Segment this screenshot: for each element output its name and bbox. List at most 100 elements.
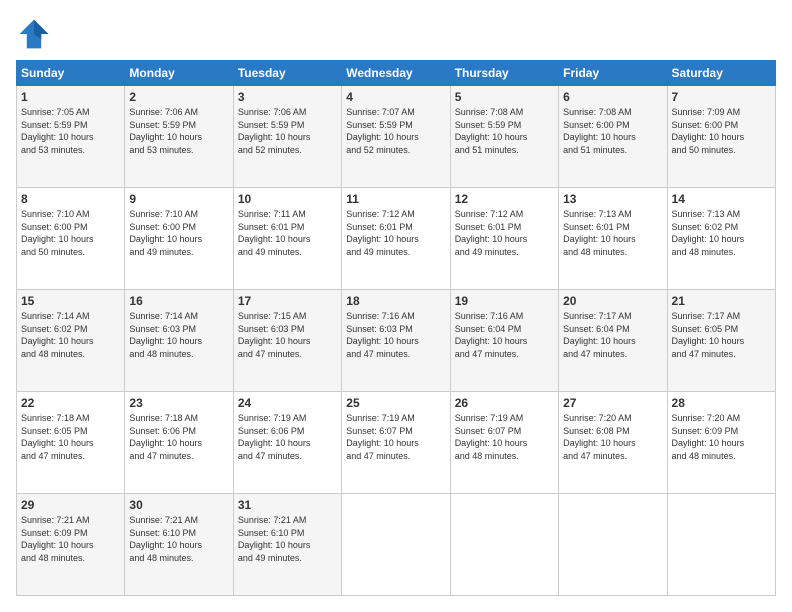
day-info: Sunrise: 7:19 AMSunset: 6:06 PMDaylight:… xyxy=(238,412,337,462)
empty-cell xyxy=(667,494,775,596)
page: SundayMondayTuesdayWednesdayThursdayFrid… xyxy=(0,0,792,612)
day-cell-17: 17 Sunrise: 7:15 AMSunset: 6:03 PMDaylig… xyxy=(233,290,341,392)
day-cell-11: 11 Sunrise: 7:12 AMSunset: 6:01 PMDaylig… xyxy=(342,188,450,290)
day-info: Sunrise: 7:20 AMSunset: 6:08 PMDaylight:… xyxy=(563,412,662,462)
col-header-wednesday: Wednesday xyxy=(342,61,450,86)
calendar-week-4: 22 Sunrise: 7:18 AMSunset: 6:05 PMDaylig… xyxy=(17,392,776,494)
day-number: 22 xyxy=(21,396,120,410)
day-info: Sunrise: 7:20 AMSunset: 6:09 PMDaylight:… xyxy=(672,412,771,462)
logo xyxy=(16,16,58,52)
day-number: 26 xyxy=(455,396,554,410)
day-cell-15: 15 Sunrise: 7:14 AMSunset: 6:02 PMDaylig… xyxy=(17,290,125,392)
day-cell-30: 30 Sunrise: 7:21 AMSunset: 6:10 PMDaylig… xyxy=(125,494,233,596)
day-number: 25 xyxy=(346,396,445,410)
calendar-week-2: 8 Sunrise: 7:10 AMSunset: 6:00 PMDayligh… xyxy=(17,188,776,290)
day-number: 13 xyxy=(563,192,662,206)
day-cell-1: 1 Sunrise: 7:05 AMSunset: 5:59 PMDayligh… xyxy=(17,86,125,188)
day-cell-13: 13 Sunrise: 7:13 AMSunset: 6:01 PMDaylig… xyxy=(559,188,667,290)
day-info: Sunrise: 7:10 AMSunset: 6:00 PMDaylight:… xyxy=(129,208,228,258)
day-number: 31 xyxy=(238,498,337,512)
day-cell-19: 19 Sunrise: 7:16 AMSunset: 6:04 PMDaylig… xyxy=(450,290,558,392)
day-info: Sunrise: 7:06 AMSunset: 5:59 PMDaylight:… xyxy=(238,106,337,156)
day-number: 15 xyxy=(21,294,120,308)
day-number: 10 xyxy=(238,192,337,206)
day-number: 1 xyxy=(21,90,120,104)
empty-cell xyxy=(342,494,450,596)
empty-cell xyxy=(450,494,558,596)
day-info: Sunrise: 7:08 AMSunset: 6:00 PMDaylight:… xyxy=(563,106,662,156)
day-cell-10: 10 Sunrise: 7:11 AMSunset: 6:01 PMDaylig… xyxy=(233,188,341,290)
day-cell-31: 31 Sunrise: 7:21 AMSunset: 6:10 PMDaylig… xyxy=(233,494,341,596)
day-cell-26: 26 Sunrise: 7:19 AMSunset: 6:07 PMDaylig… xyxy=(450,392,558,494)
calendar-table: SundayMondayTuesdayWednesdayThursdayFrid… xyxy=(16,60,776,596)
empty-cell xyxy=(559,494,667,596)
day-cell-20: 20 Sunrise: 7:17 AMSunset: 6:04 PMDaylig… xyxy=(559,290,667,392)
day-cell-28: 28 Sunrise: 7:20 AMSunset: 6:09 PMDaylig… xyxy=(667,392,775,494)
day-cell-12: 12 Sunrise: 7:12 AMSunset: 6:01 PMDaylig… xyxy=(450,188,558,290)
day-info: Sunrise: 7:08 AMSunset: 5:59 PMDaylight:… xyxy=(455,106,554,156)
day-cell-16: 16 Sunrise: 7:14 AMSunset: 6:03 PMDaylig… xyxy=(125,290,233,392)
day-number: 30 xyxy=(129,498,228,512)
col-header-tuesday: Tuesday xyxy=(233,61,341,86)
day-info: Sunrise: 7:19 AMSunset: 6:07 PMDaylight:… xyxy=(346,412,445,462)
col-header-sunday: Sunday xyxy=(17,61,125,86)
day-cell-24: 24 Sunrise: 7:19 AMSunset: 6:06 PMDaylig… xyxy=(233,392,341,494)
day-number: 24 xyxy=(238,396,337,410)
day-info: Sunrise: 7:15 AMSunset: 6:03 PMDaylight:… xyxy=(238,310,337,360)
day-number: 18 xyxy=(346,294,445,308)
day-info: Sunrise: 7:16 AMSunset: 6:03 PMDaylight:… xyxy=(346,310,445,360)
day-info: Sunrise: 7:14 AMSunset: 6:03 PMDaylight:… xyxy=(129,310,228,360)
day-number: 6 xyxy=(563,90,662,104)
calendar-week-1: 1 Sunrise: 7:05 AMSunset: 5:59 PMDayligh… xyxy=(17,86,776,188)
day-number: 28 xyxy=(672,396,771,410)
day-number: 12 xyxy=(455,192,554,206)
day-cell-9: 9 Sunrise: 7:10 AMSunset: 6:00 PMDayligh… xyxy=(125,188,233,290)
day-cell-21: 21 Sunrise: 7:17 AMSunset: 6:05 PMDaylig… xyxy=(667,290,775,392)
day-info: Sunrise: 7:10 AMSunset: 6:00 PMDaylight:… xyxy=(21,208,120,258)
day-cell-2: 2 Sunrise: 7:06 AMSunset: 5:59 PMDayligh… xyxy=(125,86,233,188)
calendar-week-5: 29 Sunrise: 7:21 AMSunset: 6:09 PMDaylig… xyxy=(17,494,776,596)
day-info: Sunrise: 7:07 AMSunset: 5:59 PMDaylight:… xyxy=(346,106,445,156)
day-number: 11 xyxy=(346,192,445,206)
day-number: 2 xyxy=(129,90,228,104)
day-number: 8 xyxy=(21,192,120,206)
day-cell-29: 29 Sunrise: 7:21 AMSunset: 6:09 PMDaylig… xyxy=(17,494,125,596)
day-info: Sunrise: 7:19 AMSunset: 6:07 PMDaylight:… xyxy=(455,412,554,462)
col-header-friday: Friday xyxy=(559,61,667,86)
day-cell-6: 6 Sunrise: 7:08 AMSunset: 6:00 PMDayligh… xyxy=(559,86,667,188)
day-cell-4: 4 Sunrise: 7:07 AMSunset: 5:59 PMDayligh… xyxy=(342,86,450,188)
day-info: Sunrise: 7:13 AMSunset: 6:01 PMDaylight:… xyxy=(563,208,662,258)
day-cell-25: 25 Sunrise: 7:19 AMSunset: 6:07 PMDaylig… xyxy=(342,392,450,494)
day-cell-22: 22 Sunrise: 7:18 AMSunset: 6:05 PMDaylig… xyxy=(17,392,125,494)
day-info: Sunrise: 7:05 AMSunset: 5:59 PMDaylight:… xyxy=(21,106,120,156)
col-header-saturday: Saturday xyxy=(667,61,775,86)
day-info: Sunrise: 7:21 AMSunset: 6:10 PMDaylight:… xyxy=(129,514,228,564)
day-cell-23: 23 Sunrise: 7:18 AMSunset: 6:06 PMDaylig… xyxy=(125,392,233,494)
day-number: 5 xyxy=(455,90,554,104)
day-info: Sunrise: 7:21 AMSunset: 6:09 PMDaylight:… xyxy=(21,514,120,564)
day-cell-8: 8 Sunrise: 7:10 AMSunset: 6:00 PMDayligh… xyxy=(17,188,125,290)
day-info: Sunrise: 7:17 AMSunset: 6:05 PMDaylight:… xyxy=(672,310,771,360)
day-number: 23 xyxy=(129,396,228,410)
calendar-week-3: 15 Sunrise: 7:14 AMSunset: 6:02 PMDaylig… xyxy=(17,290,776,392)
day-number: 21 xyxy=(672,294,771,308)
day-info: Sunrise: 7:09 AMSunset: 6:00 PMDaylight:… xyxy=(672,106,771,156)
day-cell-18: 18 Sunrise: 7:16 AMSunset: 6:03 PMDaylig… xyxy=(342,290,450,392)
col-header-thursday: Thursday xyxy=(450,61,558,86)
day-number: 20 xyxy=(563,294,662,308)
day-cell-14: 14 Sunrise: 7:13 AMSunset: 6:02 PMDaylig… xyxy=(667,188,775,290)
day-number: 19 xyxy=(455,294,554,308)
day-cell-7: 7 Sunrise: 7:09 AMSunset: 6:00 PMDayligh… xyxy=(667,86,775,188)
day-cell-5: 5 Sunrise: 7:08 AMSunset: 5:59 PMDayligh… xyxy=(450,86,558,188)
day-number: 3 xyxy=(238,90,337,104)
col-header-monday: Monday xyxy=(125,61,233,86)
day-number: 16 xyxy=(129,294,228,308)
day-info: Sunrise: 7:16 AMSunset: 6:04 PMDaylight:… xyxy=(455,310,554,360)
day-number: 29 xyxy=(21,498,120,512)
day-info: Sunrise: 7:06 AMSunset: 5:59 PMDaylight:… xyxy=(129,106,228,156)
day-info: Sunrise: 7:11 AMSunset: 6:01 PMDaylight:… xyxy=(238,208,337,258)
day-info: Sunrise: 7:17 AMSunset: 6:04 PMDaylight:… xyxy=(563,310,662,360)
day-info: Sunrise: 7:14 AMSunset: 6:02 PMDaylight:… xyxy=(21,310,120,360)
logo-icon xyxy=(16,16,52,52)
day-info: Sunrise: 7:21 AMSunset: 6:10 PMDaylight:… xyxy=(238,514,337,564)
